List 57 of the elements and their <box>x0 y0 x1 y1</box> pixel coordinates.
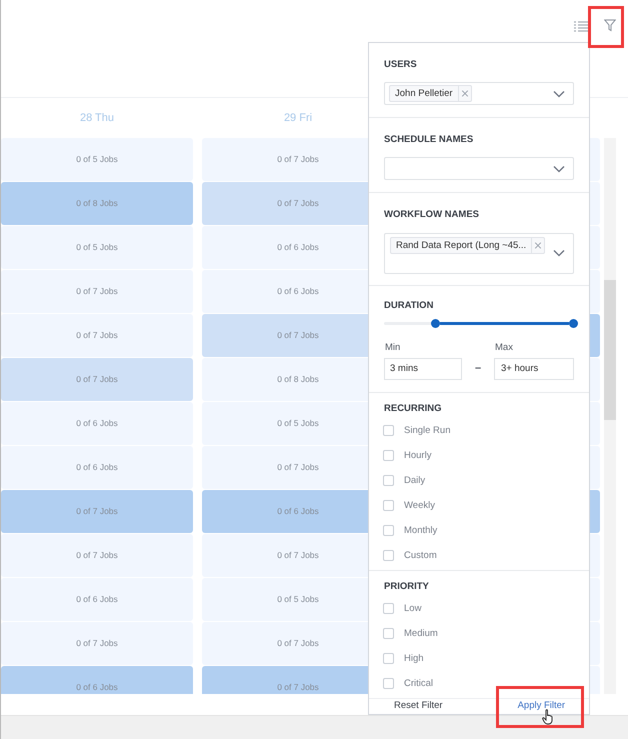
checkbox[interactable] <box>383 500 394 512</box>
day-slot[interactable]: 0 of 8 Jobs <box>1 182 193 225</box>
slider-thumb[interactable] <box>569 319 578 328</box>
checkbox[interactable] <box>383 550 394 562</box>
checkbox-label: Hourly <box>404 448 432 463</box>
checkbox-label: Weekly <box>404 498 435 513</box>
checkbox-label: Low <box>404 602 422 616</box>
checkbox[interactable] <box>383 678 394 690</box>
day-slot[interactable]: 0 of 7 Jobs <box>1 270 193 313</box>
checkbox-label: Monthly <box>404 524 438 538</box>
scrollbar-thumb[interactable] <box>604 280 616 420</box>
tag-label: John Pelletier <box>394 87 454 101</box>
day-slot[interactable]: 0 of 7 Jobs <box>1 358 193 401</box>
workflow-select[interactable]: Rand Data Report (Long ~45... <box>384 233 574 274</box>
section-label: USERS <box>384 59 418 71</box>
checkbox[interactable] <box>383 653 394 664</box>
day-slot[interactable]: 0 of 6 Jobs <box>1 578 193 621</box>
checkbox-label: High <box>404 652 424 666</box>
checkbox-label: Medium <box>404 626 438 641</box>
checkbox-label: Critical <box>404 676 434 691</box>
day-slot[interactable]: 0 of 6 Jobs <box>1 402 193 445</box>
users-select[interactable]: John Pelletier <box>384 82 574 105</box>
remove-icon[interactable] <box>458 86 471 101</box>
day-header: 28 Thu <box>80 110 114 126</box>
checkbox-label: Daily <box>404 474 426 488</box>
chevron-down-icon <box>553 164 565 172</box>
day-slot[interactable]: 0 of 5 Jobs <box>1 138 193 181</box>
checkbox[interactable] <box>383 628 394 640</box>
checkbox-label: Single Run <box>404 424 450 438</box>
apply-filter-button[interactable]: Apply Filter <box>518 699 566 714</box>
checkbox[interactable] <box>383 525 394 536</box>
checkbox-label: Custom <box>404 548 437 563</box>
schedule-select[interactable] <box>384 157 574 180</box>
checkbox[interactable] <box>383 475 394 486</box>
tag-label: Rand Data Report (Long ~45... <box>395 239 528 253</box>
day-header: 29 Fri <box>284 110 312 126</box>
range-separator: – <box>474 360 482 376</box>
checkbox[interactable] <box>383 450 394 462</box>
max-field[interactable]: 3+ hours <box>494 358 574 380</box>
slider-thumb[interactable] <box>431 319 440 328</box>
filter-icon[interactable] <box>604 19 616 32</box>
day-slot[interactable]: 0 of 6 Jobs <box>1 666 193 694</box>
day-slot[interactable]: 0 of 7 Jobs <box>1 534 193 577</box>
list-view-icon[interactable] <box>574 21 588 33</box>
min-field[interactable]: 3 mins <box>384 358 462 380</box>
max-label: Max <box>494 341 514 355</box>
day-slot[interactable]: 0 of 7 Jobs <box>1 622 193 665</box>
day-slot[interactable]: 0 of 7 Jobs <box>1 314 193 357</box>
checkbox[interactable] <box>383 425 394 436</box>
reset-filter-button[interactable]: Reset Filter <box>394 699 443 714</box>
highlight-frame <box>588 6 624 48</box>
chevron-down-icon <box>553 90 565 98</box>
day-slot[interactable]: 0 of 6 Jobs <box>1 446 193 489</box>
day-slot[interactable]: 0 of 5 Jobs <box>1 226 193 269</box>
chevron-down-icon <box>553 249 565 257</box>
day-slot[interactable]: 0 of 7 Jobs <box>1 490 193 533</box>
checkbox[interactable] <box>383 603 394 614</box>
